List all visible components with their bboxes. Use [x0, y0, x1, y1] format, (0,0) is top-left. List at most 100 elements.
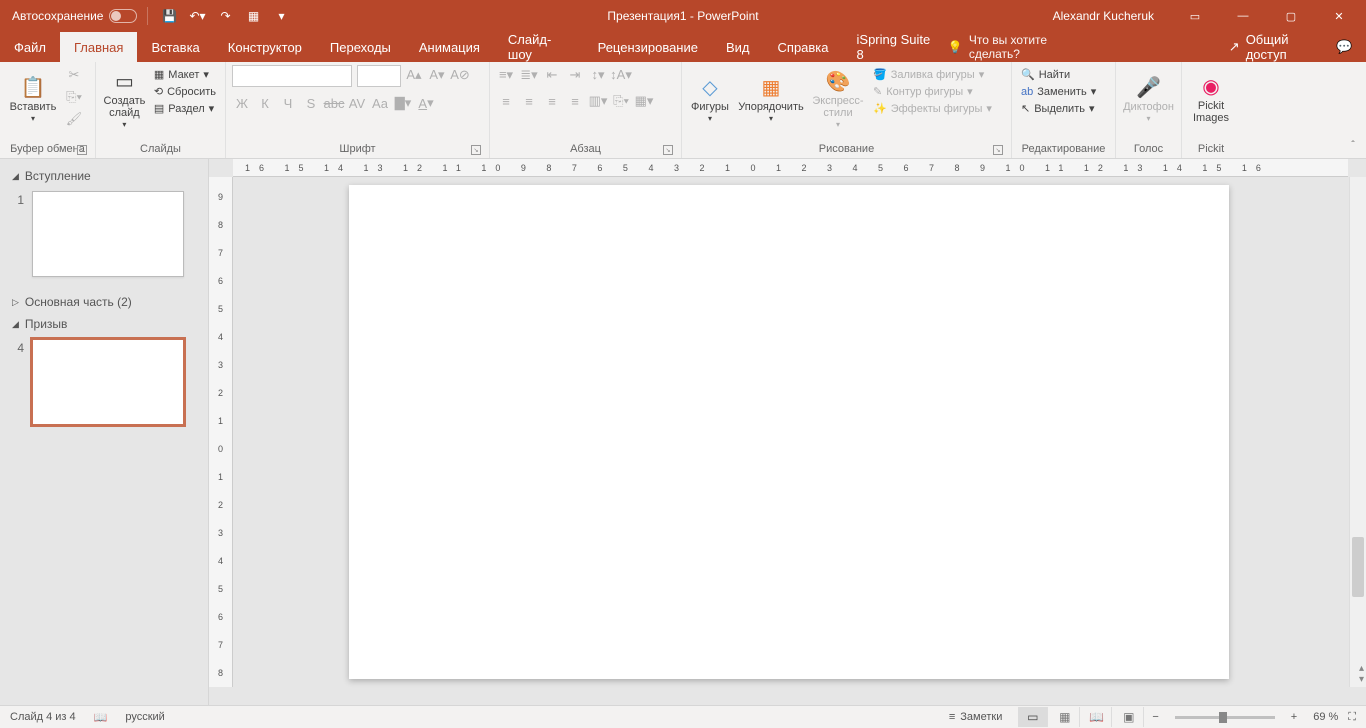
- tab-design[interactable]: Конструктор: [214, 32, 316, 62]
- font-size-combo[interactable]: [357, 65, 401, 87]
- thumbnail[interactable]: [32, 191, 184, 277]
- user-name[interactable]: Alexandr Kucheruk: [1053, 9, 1154, 23]
- justify-icon[interactable]: ≡: [565, 91, 585, 111]
- align-left-icon[interactable]: ≡: [496, 91, 516, 111]
- layout-button[interactable]: ▦Макет▾: [151, 67, 219, 82]
- align-text-icon[interactable]: ⎘▾: [611, 91, 631, 111]
- decrease-indent-icon[interactable]: ⇤: [542, 65, 562, 85]
- increase-indent-icon[interactable]: ⇥: [565, 65, 585, 85]
- zoom-out-icon[interactable]: −: [1152, 711, 1158, 723]
- char-spacing-icon[interactable]: AV: [347, 93, 367, 113]
- slide-count[interactable]: Слайд 4 из 4: [10, 711, 76, 723]
- new-slide-button[interactable]: ▭ Создать слайд ▾: [102, 65, 147, 135]
- text-direction-icon[interactable]: ↕A▾: [611, 65, 631, 85]
- zoom-in-icon[interactable]: +: [1291, 711, 1297, 723]
- reading-view-icon[interactable]: 📖: [1082, 707, 1112, 727]
- paste-button[interactable]: 📋 Вставить ▾: [6, 65, 60, 135]
- ruler-horizontal[interactable]: 16 15 14 13 12 11 10 9 8 7 6 5 4 3 2 1 0…: [233, 159, 1348, 177]
- find-button[interactable]: 🔍Найти: [1018, 67, 1099, 82]
- slideshow-view-icon[interactable]: ▣: [1114, 707, 1144, 727]
- dialog-launcher-icon[interactable]: ↘: [993, 145, 1003, 155]
- zoom-handle[interactable]: [1219, 712, 1227, 723]
- prev-slide-icon[interactable]: ▴: [1359, 663, 1364, 674]
- tab-ispring[interactable]: iSpring Suite 8: [843, 32, 948, 62]
- tab-file[interactable]: Файл: [0, 32, 60, 62]
- language-button[interactable]: русский: [125, 711, 164, 723]
- cut-icon[interactable]: ✂: [64, 65, 84, 85]
- quick-styles-button[interactable]: 🎨 Экспресс-стили▾: [810, 65, 866, 135]
- tab-animations[interactable]: Анимация: [405, 32, 494, 62]
- clear-formatting-icon[interactable]: A⊘: [450, 65, 470, 85]
- font-name-combo[interactable]: [232, 65, 352, 87]
- arrange-button[interactable]: ▦ Упорядочить▾: [736, 65, 806, 135]
- align-right-icon[interactable]: ≡: [542, 91, 562, 111]
- slide-sorter-icon[interactable]: ▦: [1050, 707, 1080, 727]
- bullets-icon[interactable]: ≡▾: [496, 65, 516, 85]
- minimize-icon[interactable]: —: [1220, 0, 1266, 32]
- maximize-icon[interactable]: ▢: [1268, 0, 1314, 32]
- shape-effects-button[interactable]: ✨Эффекты фигуры▾: [870, 101, 995, 116]
- align-center-icon[interactable]: ≡: [519, 91, 539, 111]
- select-button[interactable]: ↖Выделить▾: [1018, 101, 1099, 116]
- scrollbar-vertical[interactable]: ▴ ▾: [1349, 177, 1366, 687]
- slide-thumb-4[interactable]: 4: [10, 339, 198, 425]
- customize-qat-icon[interactable]: ▾: [270, 5, 292, 27]
- decrease-font-icon[interactable]: A▾: [427, 65, 447, 85]
- line-spacing-icon[interactable]: ↕▾: [588, 65, 608, 85]
- section-intro[interactable]: ◢ Вступление: [10, 165, 198, 187]
- section-button[interactable]: ▤Раздел▾: [151, 101, 219, 116]
- dialog-launcher-icon[interactable]: ↘: [77, 145, 87, 155]
- fit-to-window-icon[interactable]: ⛶: [1348, 711, 1356, 724]
- undo-icon[interactable]: ↶▾: [186, 5, 208, 27]
- change-case-icon[interactable]: Aa: [370, 93, 390, 113]
- save-icon[interactable]: 💾: [158, 5, 180, 27]
- tab-slideshow[interactable]: Слайд-шоу: [494, 32, 584, 62]
- tab-transitions[interactable]: Переходы: [316, 32, 405, 62]
- increase-font-icon[interactable]: A▴: [404, 65, 424, 85]
- tab-home[interactable]: Главная: [60, 32, 137, 62]
- notes-button[interactable]: ≡ Заметки: [949, 711, 1003, 723]
- underline-icon[interactable]: Ч: [278, 93, 298, 113]
- tab-help[interactable]: Справка: [764, 32, 843, 62]
- dictate-button[interactable]: 🎤 Диктофон▾: [1122, 65, 1175, 135]
- shape-outline-button[interactable]: ✎Контур фигуры▾: [870, 84, 995, 99]
- font-color-icon[interactable]: A▾: [416, 93, 436, 113]
- reset-button[interactable]: ⟲Сбросить: [151, 84, 219, 99]
- shapes-button[interactable]: ◇ Фигуры▾: [688, 65, 732, 135]
- redo-icon[interactable]: ↷: [214, 5, 236, 27]
- ruler-vertical[interactable]: 9876543210123456789: [209, 177, 233, 687]
- start-from-beginning-icon[interactable]: ▦: [242, 5, 264, 27]
- highlight-icon[interactable]: ▇▾: [393, 93, 413, 113]
- autosave-toggle[interactable]: Автосохранение: [12, 9, 137, 23]
- copy-icon[interactable]: ⎘▾: [64, 87, 84, 107]
- bold-icon[interactable]: Ж: [232, 93, 252, 113]
- slide-thumb-1[interactable]: 1: [10, 191, 198, 277]
- spellcheck-icon[interactable]: 📖: [94, 711, 108, 724]
- format-painter-icon[interactable]: 🖌: [64, 109, 84, 129]
- next-slide-icon[interactable]: ▾: [1359, 674, 1364, 685]
- normal-view-icon[interactable]: ▭: [1018, 707, 1048, 727]
- strikethrough-icon[interactable]: abc: [324, 93, 344, 113]
- tab-view[interactable]: Вид: [712, 32, 764, 62]
- tell-me-search[interactable]: 💡 Что вы хотите сделать?: [948, 33, 1081, 61]
- shape-fill-button[interactable]: 🪣Заливка фигуры▾: [870, 67, 995, 82]
- toggle-switch[interactable]: [109, 9, 137, 23]
- smartart-icon[interactable]: ▦▾: [634, 91, 654, 111]
- thumbnail[interactable]: [32, 339, 184, 425]
- replace-button[interactable]: abЗаменить▾: [1018, 84, 1099, 99]
- columns-icon[interactable]: ▥▾: [588, 91, 608, 111]
- numbering-icon[interactable]: ≣▾: [519, 65, 539, 85]
- slide-canvas[interactable]: [349, 185, 1229, 679]
- section-main[interactable]: ▷ Основная часть (2): [10, 291, 198, 313]
- tab-review[interactable]: Рецензирование: [584, 32, 712, 62]
- slide-edit-area[interactable]: 16 15 14 13 12 11 10 9 8 7 6 5 4 3 2 1 0…: [209, 159, 1366, 705]
- share-button[interactable]: ↗ Общий доступ: [1229, 32, 1319, 62]
- slide-thumbnail-panel[interactable]: ◢ Вступление 1 ▷ Основная часть (2) ◢ Пр…: [0, 159, 209, 705]
- dialog-launcher-icon[interactable]: ↘: [663, 145, 673, 155]
- zoom-level[interactable]: 69 %: [1313, 711, 1338, 723]
- comments-icon[interactable]: 💬: [1335, 36, 1354, 58]
- text-shadow-icon[interactable]: S: [301, 93, 321, 113]
- collapse-ribbon-icon[interactable]: ˆ: [1346, 138, 1360, 152]
- zoom-slider[interactable]: [1175, 716, 1275, 719]
- pickit-button[interactable]: ◉ Pickit Images: [1188, 65, 1234, 135]
